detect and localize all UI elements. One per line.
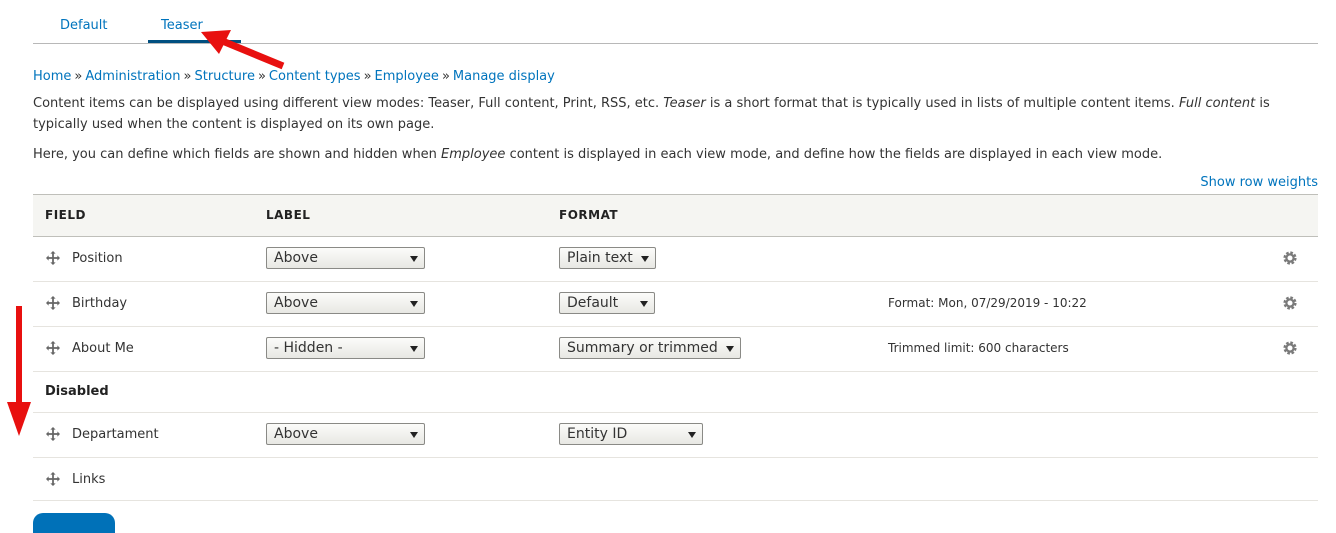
format-select[interactable]: Plain text <box>559 247 656 269</box>
formatter-summary: Trimmed limit: 600 characters <box>888 341 1069 355</box>
table-row: About Me - Hidden - Summary or trimmed T… <box>33 327 1318 372</box>
select-value: - Hidden - <box>274 340 343 356</box>
description-emphasis: Teaser <box>663 96 706 111</box>
breadcrumb-separator: » <box>441 69 450 84</box>
description-emphasis: Employee <box>441 147 506 162</box>
label-select[interactable]: Above <box>266 292 425 314</box>
select-value: Above <box>274 295 318 311</box>
dropdown-arrow-icon <box>640 301 648 307</box>
drag-handle-icon[interactable] <box>46 341 60 355</box>
select-value: Plain text <box>567 250 633 266</box>
description-emphasis: Full content <box>1178 96 1256 111</box>
drag-handle-icon[interactable] <box>46 296 60 310</box>
table-row: Position Above Plain text <box>33 237 1318 282</box>
dropdown-arrow-icon <box>410 301 418 307</box>
field-name: Links <box>72 472 106 487</box>
dropdown-arrow-icon <box>641 256 649 262</box>
field-name: Departament <box>72 427 159 442</box>
select-value: Above <box>274 426 318 442</box>
dropdown-arrow-icon <box>726 346 734 352</box>
column-header-label: LABEL <box>266 208 311 222</box>
field-name: About Me <box>72 341 134 356</box>
label-select[interactable]: Above <box>266 423 425 445</box>
drag-handle-icon[interactable] <box>46 472 60 486</box>
dropdown-arrow-icon <box>688 432 696 438</box>
gear-icon[interactable] <box>1282 340 1298 356</box>
view-modes-description: Content items can be displayed using dif… <box>33 93 1293 135</box>
annotation-arrow-icon <box>7 306 31 436</box>
drag-handle-icon[interactable] <box>46 427 60 441</box>
format-select[interactable]: Default <box>559 292 655 314</box>
description-text: Content items can be displayed using dif… <box>33 96 664 111</box>
description-text: is a short format that is typically used… <box>705 96 1179 111</box>
tab-default[interactable]: Default <box>60 18 108 33</box>
breadcrumb-manage-display[interactable]: Manage display <box>453 69 555 84</box>
select-value: Default <box>567 295 619 311</box>
field-display-table: FIELD LABEL FORMAT Position Above Plain … <box>33 194 1318 501</box>
field-name: Birthday <box>72 296 128 311</box>
disabled-region-row: Disabled <box>33 372 1318 413</box>
breadcrumb-separator: » <box>363 69 372 84</box>
breadcrumb: Home» Administration» Structure» Content ty… <box>33 69 555 84</box>
fields-description: Here, you can define which fields are sh… <box>33 144 1293 165</box>
dropdown-arrow-icon <box>410 432 418 438</box>
table-row: Departament Above Entity ID <box>33 413 1318 458</box>
select-value: Entity ID <box>567 426 628 442</box>
column-header-field: FIELD <box>45 208 86 222</box>
save-button[interactable] <box>33 513 115 533</box>
select-value: Above <box>274 250 318 266</box>
table-row: Birthday Above Default Format: Mon, 07/2… <box>33 282 1318 327</box>
gear-icon[interactable] <box>1282 295 1298 311</box>
table-header: FIELD LABEL FORMAT <box>33 194 1318 237</box>
region-title-disabled: Disabled <box>45 384 109 399</box>
description-text: Here, you can define which fields are sh… <box>33 147 442 162</box>
dropdown-arrow-icon <box>410 256 418 262</box>
dropdown-arrow-icon <box>410 346 418 352</box>
breadcrumb-separator: » <box>74 69 83 84</box>
label-select[interactable]: Above <box>266 247 425 269</box>
formatter-summary: Format: Mon, 07/29/2019 - 10:22 <box>888 296 1087 310</box>
field-name: Position <box>72 251 123 266</box>
breadcrumb-administration[interactable]: Administration <box>85 69 180 84</box>
select-value: Summary or trimmed <box>567 340 718 356</box>
table-row: Links <box>33 458 1318 501</box>
gear-icon[interactable] <box>1282 250 1298 266</box>
breadcrumb-separator: » <box>183 69 192 84</box>
breadcrumb-home[interactable]: Home <box>33 69 71 84</box>
label-select[interactable]: - Hidden - <box>266 337 425 359</box>
format-select[interactable]: Summary or trimmed <box>559 337 741 359</box>
drag-handle-icon[interactable] <box>46 251 60 265</box>
description-text: content is displayed in each view mode, … <box>505 147 1163 162</box>
show-row-weights-link[interactable]: Show row weights <box>1200 175 1318 190</box>
column-header-format: FORMAT <box>559 208 619 222</box>
format-select[interactable]: Entity ID <box>559 423 703 445</box>
annotation-arrow-icon <box>201 30 285 70</box>
breadcrumb-employee[interactable]: Employee <box>375 69 439 84</box>
